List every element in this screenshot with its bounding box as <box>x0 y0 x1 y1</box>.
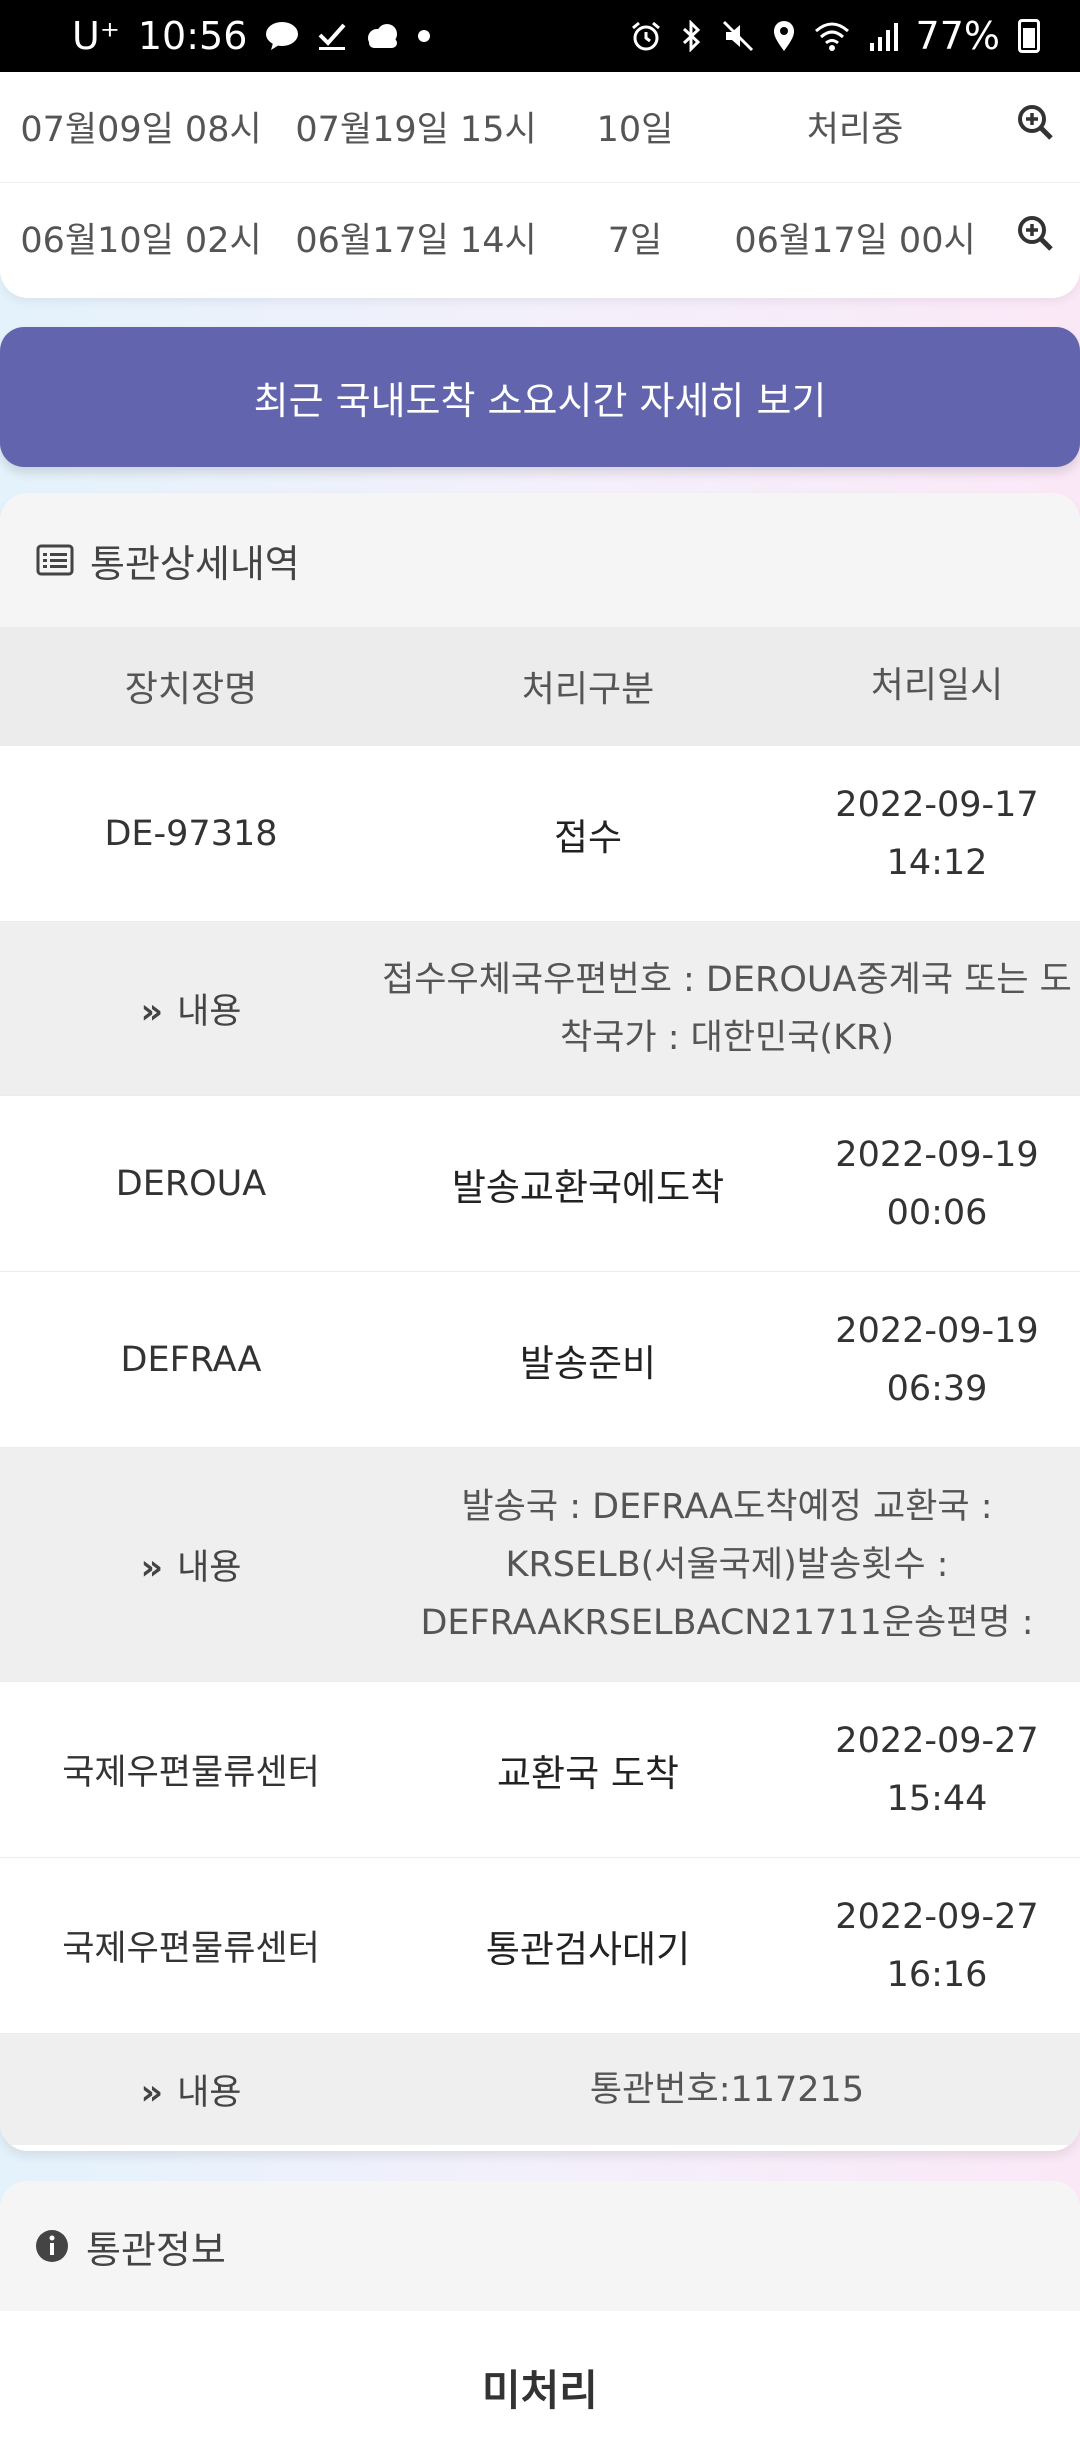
table-row: DEROUA 발송교환국에도착 2022-09-19 00:06 <box>0 1095 1080 1271</box>
status-bar: U⁺ 10:56 77% <box>0 0 1080 72</box>
wifi-icon <box>814 21 850 51</box>
type-cell: 교환국 도착 <box>497 1751 679 1795</box>
date-text: 2022-09-27 <box>835 1720 1039 1761</box>
recent-arrival-detail-button[interactable]: 최근 국내도착 소요시간 자세히 보기 <box>0 327 1080 467</box>
type-cell: 통관검사대기 <box>485 1927 691 1971</box>
place-cell: DEROUA <box>115 1163 267 1204</box>
double-chevron-right-icon: » <box>140 992 164 1032</box>
alarm-icon <box>630 20 662 52</box>
place-cell: DEFRAA <box>120 1339 262 1380</box>
time-text: 06:39 <box>886 1368 988 1409</box>
detail-label-text: 내용 <box>177 2073 242 2113</box>
datetime-cell: 2022-09-17 14:12 <box>794 776 1080 892</box>
customs-status-value: 미처리 <box>482 2366 598 2415</box>
detail-row: » 내용 접수우체국우편번호 : DEROUA중계국 또는 도착국가 : 대한민국… <box>0 921 1080 1095</box>
table-row: DE-97318 접수 2022-09-17 14:12 <box>0 745 1080 921</box>
status-left: U⁺ 10:56 <box>72 14 431 58</box>
detail-row: » 내용 통관번호:117215 <box>0 2033 1080 2145</box>
signal-icon <box>868 21 898 51</box>
arrival-start: 07월09일 08시 <box>20 109 262 150</box>
datetime-cell: 2022-09-27 16:16 <box>794 1888 1080 2004</box>
battery-icon <box>1018 19 1040 53</box>
arrival-end: 06월17일 14시 <box>295 221 537 261</box>
date-text: 2022-09-19 <box>835 1134 1039 1175</box>
mute-icon <box>722 20 754 52</box>
type-cell: 발송준비 <box>519 1341 657 1385</box>
place-cell: 국제우편물류센터 <box>62 1753 320 1793</box>
table-row: 국제우편물류센터 통관검사대기 2022-09-27 16:16 <box>0 1857 1080 2033</box>
status-right: 77% <box>630 14 1040 58</box>
table-row: DEFRAA 발송준비 2022-09-19 06:39 <box>0 1271 1080 1447</box>
arrival-status: 처리중 <box>806 109 904 150</box>
table-header: 장치장명 처리구분 처리일시 <box>0 627 1080 745</box>
bluetooth-icon <box>680 20 704 52</box>
detail-label: » 내용 <box>0 983 382 1034</box>
customs-detail-card: 통관상세내역 장치장명 처리구분 처리일시 DE-97318 접수 2022-0… <box>0 493 1080 2151</box>
column-header-datetime: 처리일시 <box>870 665 1004 706</box>
talk-icon <box>265 21 299 51</box>
zoom-in-icon <box>1018 216 1053 251</box>
detail-row: » 내용 발송국 : DEFRAA도착예정 교환국 : KRSELB(서울국제)발… <box>0 1447 1080 1681</box>
column-header-place: 장치장명 <box>124 669 258 710</box>
battery-percent: 77% <box>915 14 1000 58</box>
detail-text: 접수우체국우편번호 : DEROUA중계국 또는 도착국가 : 대한민국(KR) <box>382 959 1072 1058</box>
arrival-row: 07월09일 08시 07월19일 15시 10일 처리중 <box>0 72 1080 180</box>
date-text: 2022-09-27 <box>835 1896 1039 1937</box>
place-cell: 국제우편물류센터 <box>62 1929 320 1969</box>
type-cell: 발송교환국에도착 <box>451 1165 725 1209</box>
detail-label-text: 내용 <box>177 992 242 1032</box>
arrival-status: 06월17일 00시 <box>734 221 976 261</box>
time-text: 16:16 <box>886 1954 988 1995</box>
check-icon <box>317 21 347 51</box>
arrival-days: 7일 <box>607 221 663 261</box>
list-icon <box>36 544 74 576</box>
detail-label: » 내용 <box>0 1539 382 1590</box>
detail-text: 통관번호:117215 <box>589 2069 865 2110</box>
arrival-start: 06월10일 02시 <box>20 221 262 261</box>
arrival-row: 06월10일 02시 06월17일 14시 7일 06월17일 00시 <box>0 182 1080 292</box>
arrival-days: 10일 <box>596 109 674 150</box>
time-text: 15:44 <box>886 1778 988 1819</box>
date-text: 2022-09-17 <box>835 784 1039 825</box>
arrival-end: 07월19일 15시 <box>295 109 537 150</box>
section-title: 통관정보 <box>86 2227 226 2272</box>
info-icon <box>36 2230 68 2262</box>
clock: 10:56 <box>137 14 248 58</box>
arrival-time-table: 07월09일 08시 07월19일 15시 10일 처리중 06월10일 02시… <box>0 72 1080 298</box>
date-text: 2022-09-19 <box>835 1310 1039 1351</box>
section-header: 통관상세내역 <box>0 493 1080 627</box>
type-cell: 접수 <box>553 815 623 859</box>
datetime-cell: 2022-09-19 06:39 <box>794 1302 1080 1418</box>
time-text: 00:06 <box>886 1192 988 1233</box>
time-text: 14:12 <box>886 842 988 883</box>
table-row: 국제우편물류센터 교환국 도착 2022-09-27 15:44 <box>0 1681 1080 1857</box>
detail-label: » 내용 <box>0 2064 382 2115</box>
carrier-label: U⁺ <box>72 14 120 58</box>
column-header-type: 처리구분 <box>521 669 655 710</box>
section-title: 통관상세내역 <box>90 541 300 586</box>
datetime-cell: 2022-09-27 15:44 <box>794 1712 1080 1828</box>
place-cell: DE-97318 <box>104 813 278 854</box>
detail-label-text: 내용 <box>177 1548 242 1588</box>
customs-info-card: 통관정보 미처리 <box>0 2181 1080 2441</box>
dot-icon <box>417 29 431 43</box>
cloud-icon <box>365 23 399 49</box>
section-header: 통관정보 <box>0 2181 1080 2311</box>
zoom-in-button[interactable] <box>990 214 1080 261</box>
detail-text: 발송국 : DEFRAA도착예정 교환국 : KRSELB(서울국제)발송횟수 … <box>420 1486 1034 1643</box>
zoom-in-button[interactable] <box>990 103 1080 150</box>
datetime-cell: 2022-09-19 00:06 <box>794 1126 1080 1242</box>
zoom-in-icon <box>1018 104 1053 140</box>
double-chevron-right-icon: » <box>140 2073 164 2113</box>
location-icon <box>772 20 796 52</box>
double-chevron-right-icon: » <box>140 1548 164 1588</box>
